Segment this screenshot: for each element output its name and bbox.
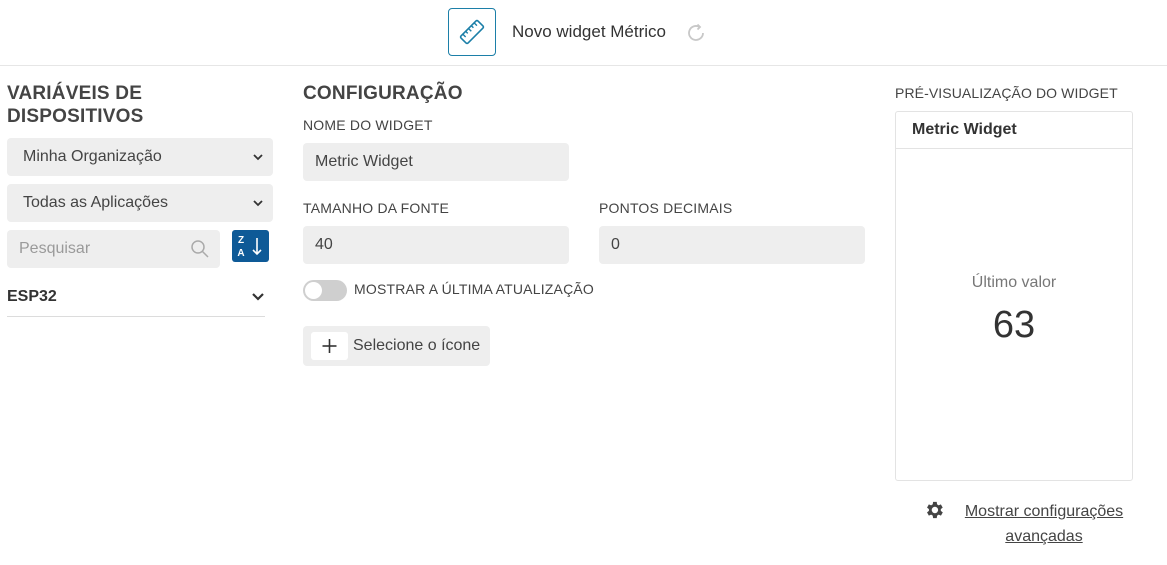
device-name: ESP32 [7, 288, 57, 305]
advanced-settings-text[interactable]: Mostrar configurações avançadas [955, 499, 1133, 549]
last-value: 63 [992, 304, 1036, 346]
last-value-label: Último valor [971, 274, 1057, 291]
decimal-points-input[interactable]: 0 [599, 226, 865, 264]
configuration-title: CONFIGURAÇÃO [303, 83, 463, 104]
font-size-value: 40 [315, 236, 333, 253]
preview-card-title: Metric Widget [896, 112, 1132, 149]
gear-icon [927, 501, 943, 519]
sort-descending-icon: Z A [237, 235, 262, 259]
sort-za-button[interactable]: Z A [232, 230, 269, 262]
widget-name-value: Metric Widget [315, 153, 413, 170]
plus-icon [311, 332, 348, 360]
toggle-knob [305, 282, 322, 299]
chevron-down-icon [253, 200, 263, 207]
page-title: Novo widget Métrico [512, 22, 667, 41]
font-size-input[interactable]: 40 [303, 226, 569, 264]
sort-letter-top: Z [238, 235, 244, 246]
select-icon-label: Selecione o ícone [353, 337, 481, 354]
refresh-icon [688, 23, 704, 41]
advanced-link-line2: avançadas [1005, 528, 1083, 545]
chevron-down-icon [253, 154, 263, 161]
widget-preview-card: Metric Widget Último valor 63 [895, 111, 1133, 481]
preview-title: PRÉ-VISUALIZAÇÃO DO WIDGET [895, 85, 1118, 101]
font-size-label: TAMANHO DA FONTE [303, 200, 450, 216]
show-last-update-toggle[interactable] [303, 280, 347, 301]
decimal-points-value: 0 [611, 236, 620, 253]
chevron-down-icon [252, 293, 264, 301]
decimal-points-label: PONTOS DECIMAIS [599, 200, 733, 216]
device-item-esp32[interactable]: ESP32 [7, 280, 265, 317]
organization-select-value: Minha Organização [23, 148, 162, 165]
sort-letter-bottom: A [237, 248, 244, 259]
ruler-icon [448, 8, 496, 56]
application-select[interactable]: Todas as Aplicações [7, 184, 273, 222]
advanced-link-line1: Mostrar configurações [964, 503, 1124, 520]
top-bar: Novo widget Métrico [0, 0, 1167, 66]
application-select-value: Todas as Aplicações [23, 194, 168, 211]
select-icon-button[interactable]: Selecione o ícone [303, 326, 490, 366]
widget-name-input[interactable]: Metric Widget [303, 143, 569, 181]
search-input[interactable] [19, 230, 189, 268]
widget-name-label: NOME DO WIDGET [303, 117, 433, 133]
show-last-update-label: MOSTRAR A ÚLTIMA ATUALIZAÇÃO [354, 281, 595, 297]
search-box [7, 230, 220, 268]
search-icon[interactable] [190, 239, 210, 259]
device-variables-title: VARIÁVEIS DE DISPOSITIVOS [7, 83, 144, 127]
advanced-settings-link[interactable]: Mostrar configurações avançadas [923, 497, 1133, 547]
organization-select[interactable]: Minha Organização [7, 138, 273, 176]
